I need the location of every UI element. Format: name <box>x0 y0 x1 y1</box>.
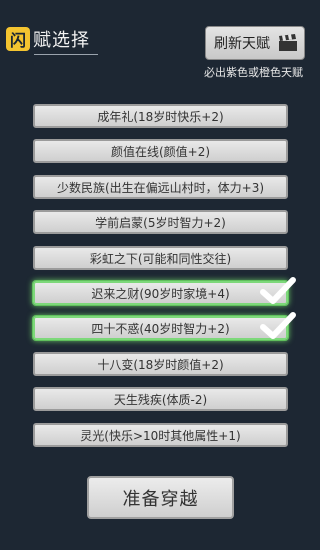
page-title: 赋选择 <box>33 30 90 51</box>
talent-option[interactable]: 天生残疾(体质-2) <box>33 387 288 411</box>
talent-option[interactable]: 四十不惑(40岁时智力+2) <box>33 316 288 340</box>
refresh-talents-button[interactable]: 刷新天赋 <box>205 26 305 60</box>
talent-option[interactable]: 少数民族(出生在偏远山村时，体力+3) <box>33 175 288 199</box>
start-journey-button[interactable]: 准备穿越 <box>87 476 234 519</box>
talent-option[interactable]: 十八变(18岁时颜值+2) <box>33 352 288 376</box>
talent-option[interactable]: 彩虹之下(可能和同性交往) <box>33 246 288 270</box>
app-logo-icon: 闪 <box>6 27 30 51</box>
talent-option[interactable]: 学前启蒙(5岁时智力+2) <box>33 210 288 234</box>
talent-option[interactable]: 颜值在线(颜值+2) <box>33 139 288 163</box>
clapperboard-icon <box>279 34 297 51</box>
talent-option[interactable]: 成年礼(18岁时快乐+2) <box>33 104 288 128</box>
title-underline <box>34 54 98 55</box>
talent-option[interactable]: 灵光(快乐>10时其他属性+1) <box>33 423 288 447</box>
refresh-note: 必出紫色或橙色天赋 <box>204 66 303 79</box>
title-bar: 闪 赋选择 <box>6 26 90 52</box>
refresh-button-label: 刷新天赋 <box>214 36 270 52</box>
checkmark-icon <box>260 312 296 339</box>
checkmark-icon <box>260 277 296 304</box>
talent-option[interactable]: 迟来之财(90岁时家境+4) <box>33 281 288 305</box>
